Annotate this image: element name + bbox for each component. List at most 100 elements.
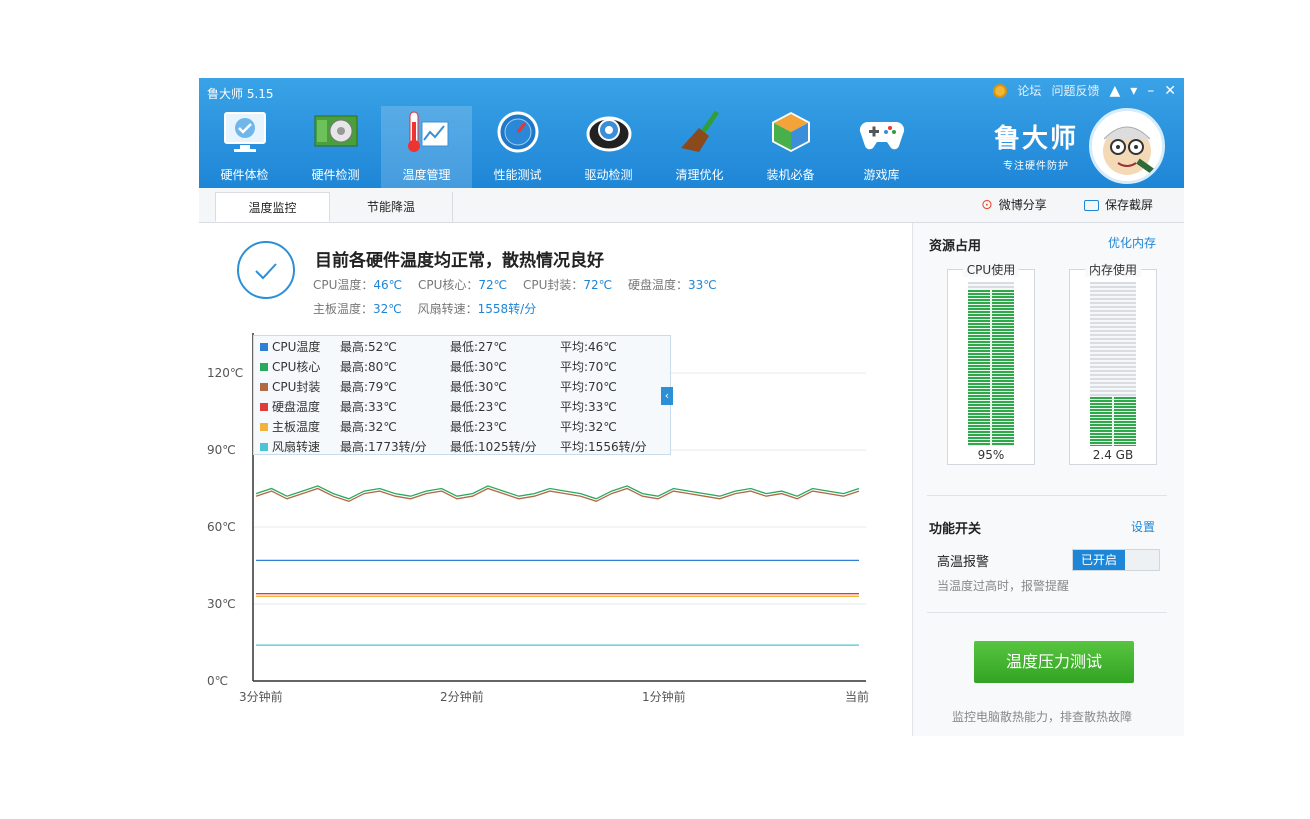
- memory-usage-value: 2.4 GB: [1092, 448, 1134, 462]
- legend-max: 最高:33℃: [340, 400, 397, 414]
- feedback-link[interactable]: 问题反馈: [1051, 82, 1099, 99]
- menu-icon[interactable]: ▾: [1130, 84, 1137, 98]
- nav-label: 清理优化: [675, 168, 724, 182]
- alarm-hint: 当温度过高时，报警提醒: [937, 579, 1070, 593]
- nav-label: 游戏库: [863, 168, 900, 182]
- nav-label: 性能测试: [493, 168, 542, 182]
- legend-max: 最高:80℃: [340, 360, 397, 374]
- nav-label: 硬件体检: [220, 168, 269, 182]
- monitor-check-icon: [224, 112, 266, 152]
- legend-avg: 平均:70℃: [560, 360, 617, 374]
- legend-avg: 平均:32℃: [560, 420, 617, 434]
- forum-link[interactable]: 论坛: [1017, 82, 1041, 99]
- legend-min: 最低:27℃: [450, 340, 507, 354]
- cube-icon: [772, 112, 810, 152]
- minimize-icon[interactable]: –: [1147, 84, 1154, 98]
- close-icon[interactable]: ✕: [1164, 84, 1176, 98]
- legend-min: 最低:1025转/分: [450, 440, 537, 454]
- divider: [927, 612, 1167, 613]
- nav-label: 驱动检测: [584, 168, 633, 182]
- legend-swatch: [260, 363, 268, 371]
- memory-usage-meter: 内存使用 2.4 GB: [1069, 263, 1157, 465]
- legend-name: 主板温度: [272, 420, 321, 434]
- nav-driver[interactable]: 驱动检测: [563, 106, 654, 188]
- camera-icon: [1084, 199, 1099, 211]
- legend-avg: 平均:46℃: [560, 340, 617, 354]
- nav-performance[interactable]: 性能测试: [472, 106, 563, 188]
- optimize-memory-link[interactable]: 优化内存: [1108, 234, 1156, 251]
- high-temp-alarm-toggle[interactable]: 已开启: [1072, 549, 1160, 571]
- x-tick-label: 1分钟前: [642, 689, 686, 704]
- legend-avg: 平均:33℃: [560, 400, 617, 414]
- stress-test-button[interactable]: 温度压力测试: [974, 641, 1134, 683]
- legend-collapse-button[interactable]: ‹: [661, 387, 673, 405]
- legend-row: CPU温度 最高:52℃ 最低:27℃ 平均:46℃: [260, 337, 617, 357]
- resource-title: 资源占用: [929, 239, 982, 254]
- gamepad-icon: [859, 122, 905, 150]
- legend-max: 最高:32℃: [340, 420, 397, 434]
- nav-games[interactable]: 游戏库: [836, 106, 927, 188]
- stress-test-hint: 监控电脑散热能力，排查散热故障: [952, 710, 1133, 724]
- nav-hardware-detect[interactable]: 硬件检测: [290, 106, 381, 188]
- cpu-usage-fill: [968, 290, 1014, 446]
- y-tick-label: 0℃: [207, 674, 228, 688]
- driver-gear-icon: [586, 116, 632, 152]
- legend-min: 最低:23℃: [450, 400, 507, 414]
- nav-label: 温度管理: [402, 168, 451, 182]
- weibo-share-label: 微博分享: [998, 198, 1047, 212]
- legend-name: 风扇转速: [272, 440, 321, 454]
- x-tick-label: 3分钟前: [239, 689, 283, 704]
- legend-name: CPU核心: [272, 360, 321, 374]
- tab-bar: 温度监控 节能降温 ⊙ 微博分享 保存截屏: [199, 188, 1184, 223]
- window-controls: 论坛 问题反馈 ▲ ▾ – ✕: [993, 82, 1176, 99]
- toggle-on-label: 已开启: [1073, 550, 1125, 570]
- header-bar: 鲁大师 5.15 论坛 问题反馈 ▲ ▾ – ✕ 硬件体检 硬件检测 温度管理 …: [199, 78, 1184, 188]
- speedometer-icon: [497, 111, 539, 153]
- temperature-chart: 120℃ 90℃ 60℃ 30℃ 0℃ 3分钟前 2分钟前 1分钟前 当前: [207, 333, 869, 704]
- settings-link[interactable]: 设置: [1131, 518, 1155, 535]
- nav-hardware-check[interactable]: 硬件体检: [199, 106, 290, 188]
- cpu-usage-title-text: CPU使用: [962, 263, 1020, 277]
- tab-energy-saving[interactable]: 节能降温: [330, 192, 453, 222]
- legend-swatch: [260, 423, 268, 431]
- y-tick-label: 90℃: [207, 443, 236, 457]
- nav-essentials[interactable]: 装机必备: [745, 106, 836, 188]
- legend-swatch: [260, 343, 268, 351]
- skin-icon[interactable]: ▲: [1109, 84, 1120, 98]
- legend-swatch: [260, 443, 268, 451]
- tab-temperature-monitor[interactable]: 温度监控: [215, 192, 330, 222]
- divider: [927, 495, 1167, 496]
- cpu-usage-value: 95%: [977, 448, 1005, 462]
- save-screenshot-label: 保存截屏: [1105, 198, 1154, 212]
- brand-slogan: 专注硬件防护: [1003, 161, 1069, 172]
- legend-row: 风扇转速 最高:1773转/分 最低:1025转/分 平均:1556转/分: [260, 437, 647, 457]
- main-nav: 硬件体检 硬件检测 温度管理 性能测试 驱动检测 清理优化 装机必备 游戏库: [199, 106, 927, 188]
- memory-usage-bar: [1090, 282, 1136, 447]
- y-tick-label: 60℃: [207, 520, 236, 534]
- nav-cleanup[interactable]: 清理优化: [654, 106, 745, 188]
- app-window: 鲁大师 5.15 论坛 问题反馈 ▲ ▾ – ✕ 硬件体检 硬件检测 温度管理 …: [199, 78, 1184, 736]
- legend-swatch: [260, 383, 268, 391]
- mascot-avatar[interactable]: [1089, 108, 1165, 184]
- legend-max: 最高:79℃: [340, 380, 397, 394]
- legend-min: 最低:23℃: [450, 420, 507, 434]
- memory-usage-title: 内存使用: [1070, 261, 1156, 278]
- legend-name: CPU温度: [272, 340, 321, 354]
- cpu-usage-meter: CPU使用 95%: [947, 263, 1035, 465]
- memory-usage-title-text: 内存使用: [1084, 263, 1141, 277]
- legend-max: 最高:52℃: [340, 340, 397, 354]
- memory-usage-fill: [1090, 396, 1136, 447]
- weibo-share-button[interactable]: ⊙ 微博分享: [981, 188, 1047, 222]
- medal-icon[interactable]: [993, 83, 1008, 98]
- temperature-panel: 目前各硬件温度均正常，散热情况良好 CPU温度：46℃ CPU核心：72℃ CP…: [199, 223, 911, 736]
- nav-label: 装机必备: [766, 168, 815, 182]
- thermometer-chart-icon: [408, 111, 449, 152]
- cpu-usage-bar: [968, 282, 1014, 446]
- app-title: 鲁大师 5.15: [207, 87, 274, 101]
- high-temp-alarm-label: 高温报警: [937, 555, 990, 570]
- function-switch-title: 功能开关: [929, 522, 982, 537]
- legend-row: CPU封装 最高:79℃ 最低:30℃ 平均:70℃: [260, 377, 617, 397]
- nav-temperature[interactable]: 温度管理: [381, 106, 472, 188]
- save-screenshot-button[interactable]: 保存截屏: [1084, 188, 1153, 222]
- legend-row: 主板温度 最高:32℃ 最低:23℃ 平均:32℃: [260, 417, 617, 437]
